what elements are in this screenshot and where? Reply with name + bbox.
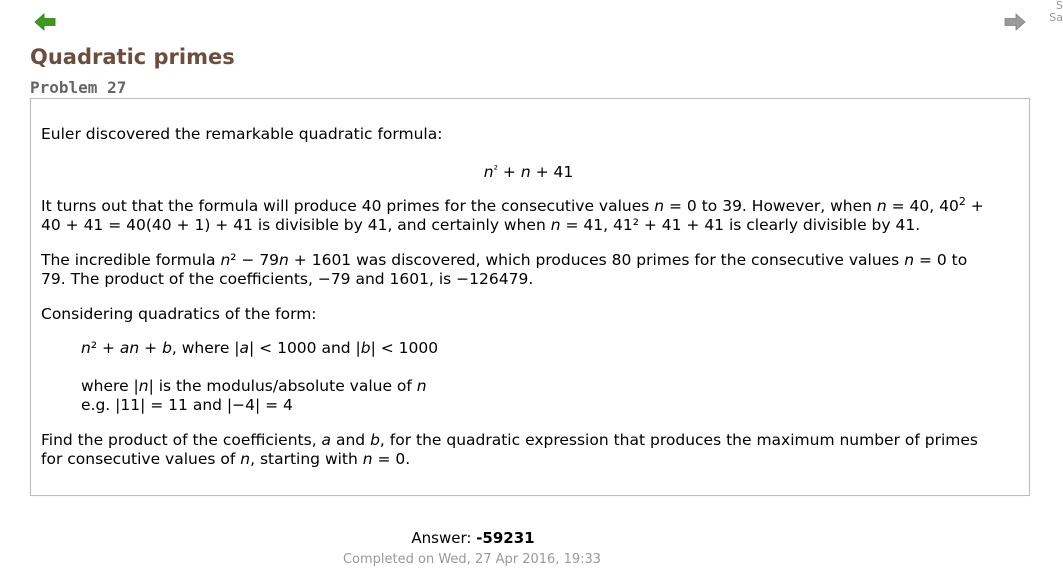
paragraph-80-primes: The incredible formula n² − 79n + 1601 w…	[41, 251, 968, 288]
problem-title: Quadratic primes	[30, 45, 235, 69]
previous-problem-arrow-icon[interactable]	[34, 12, 56, 32]
paragraph-considering: Considering quadratics of the form:	[41, 305, 317, 323]
modulus-note: where |n| is the modulus/absolute value …	[81, 377, 427, 414]
answer-label: Answer:	[411, 529, 477, 547]
problem-content: Euler discovered the remarkable quadrati…	[30, 98, 1030, 496]
quadratic-form: n² + an + b, where |a| < 1000 and |b| < …	[81, 339, 439, 357]
formula-euler: n² + n + 41	[483, 163, 574, 181]
paragraph-task: Find the product of the coefficients, a …	[41, 431, 978, 468]
paragraph-intro: Euler discovered the remarkable quadrati…	[41, 125, 443, 143]
problem-number: Problem 27	[30, 78, 127, 97]
answer-line: Answer: -59231	[0, 529, 946, 547]
answer-value: -59231	[476, 529, 535, 547]
corner-text: S Sa	[1049, 0, 1063, 24]
completed-timestamp: Completed on Wed, 27 Apr 2016, 19:33	[342, 552, 602, 567]
next-problem-arrow-icon[interactable]	[1004, 12, 1026, 32]
paragraph-40-primes: It turns out that the formula will produ…	[41, 194, 984, 234]
